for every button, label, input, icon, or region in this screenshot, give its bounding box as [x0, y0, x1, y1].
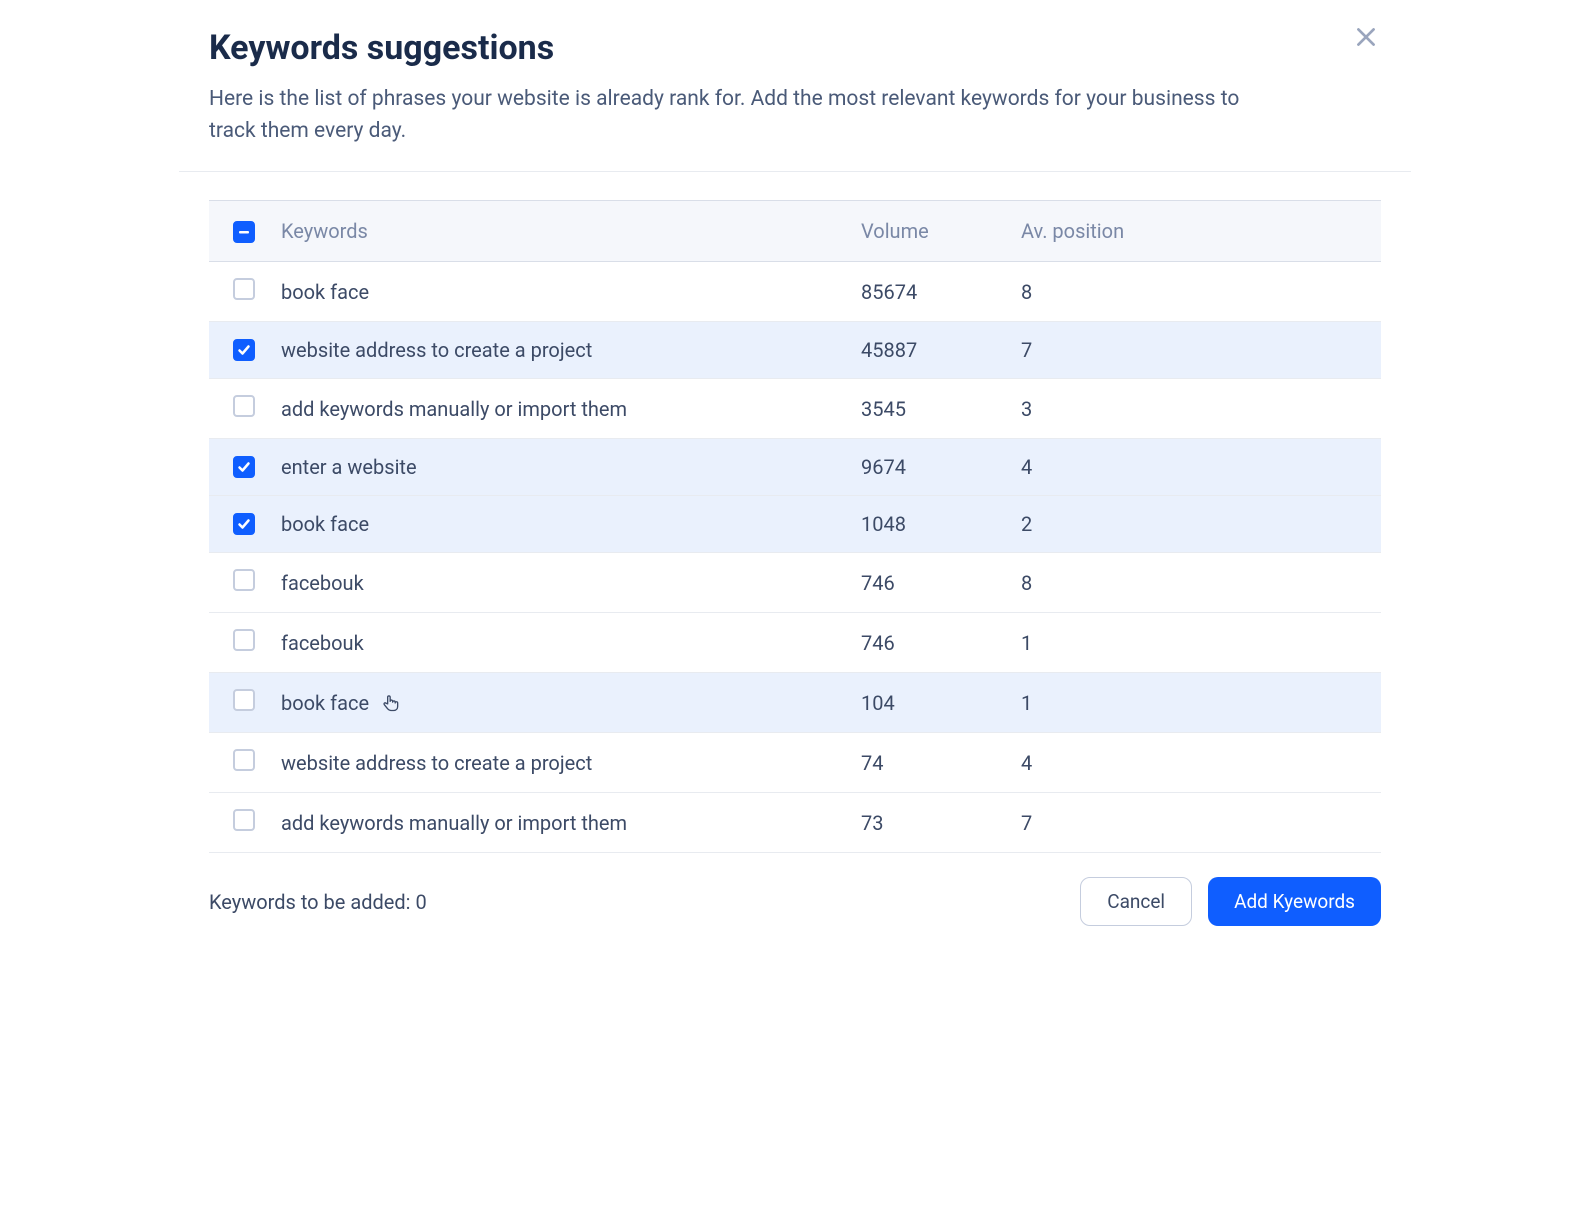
keyword-cell: website address to create a project [269, 322, 849, 379]
position-cell: 3 [1009, 379, 1381, 439]
keyword-text: enter a website [281, 455, 417, 479]
table-row[interactable]: enter a website 96744 [209, 439, 1381, 496]
modal-header: Keywords suggestions Here is the list of… [179, 0, 1411, 172]
keyword-text: add keywords manually or import them [281, 397, 627, 421]
footer-actions: Cancel Add Kyewords [1080, 877, 1381, 926]
table-row[interactable]: website address to create a project 744 [209, 733, 1381, 793]
keyword-cell: website address to create a project [269, 733, 849, 793]
checkbox-cell [209, 553, 269, 613]
header-checkbox-cell [209, 201, 269, 262]
check-icon [237, 343, 251, 357]
position-cell: 8 [1009, 262, 1381, 322]
volume-cell: 746 [849, 553, 1009, 613]
table-row[interactable]: facebouk 7461 [209, 613, 1381, 673]
keyword-cell: add keywords manually or import them [269, 793, 849, 853]
volume-cell: 746 [849, 613, 1009, 673]
checkbox-cell [209, 379, 269, 439]
checkbox-cell [209, 613, 269, 673]
check-icon [237, 460, 251, 474]
table-row[interactable]: website address to create a project 45887… [209, 322, 1381, 379]
volume-cell: 45887 [849, 322, 1009, 379]
header-position[interactable]: Av. position [1009, 201, 1381, 262]
checkbox-cell [209, 262, 269, 322]
position-cell: 4 [1009, 733, 1381, 793]
keyword-text: website address to create a project [281, 338, 592, 362]
table-row[interactable]: add keywords manually or import them 3545… [209, 379, 1381, 439]
keyword-text: facebouk [281, 631, 364, 655]
table-row[interactable]: facebouk 7468 [209, 553, 1381, 613]
keyword-cell: facebouk [269, 613, 849, 673]
row-checkbox[interactable] [233, 809, 255, 831]
keyword-text: website address to create a project [281, 751, 592, 775]
header-volume[interactable]: Volume [849, 201, 1009, 262]
keyword-text: book face [281, 280, 369, 304]
position-cell: 2 [1009, 496, 1381, 553]
minus-icon [238, 226, 250, 238]
keyword-cell: book face [269, 673, 849, 733]
modal-footer: Keywords to be added: 0 Cancel Add Kyewo… [179, 853, 1411, 950]
volume-cell: 1048 [849, 496, 1009, 553]
modal-subtitle: Here is the list of phrases your website… [209, 84, 1259, 147]
select-all-checkbox[interactable] [233, 221, 255, 243]
close-button[interactable] [1353, 24, 1379, 50]
keyword-text: book face [281, 691, 369, 715]
status-count: 0 [415, 890, 426, 914]
footer-status: Keywords to be added: 0 [209, 890, 427, 914]
status-prefix: Keywords to be added: [209, 890, 415, 914]
volume-cell: 104 [849, 673, 1009, 733]
modal-title: Keywords suggestions [209, 28, 1381, 68]
add-keywords-button[interactable]: Add Kyewords [1208, 877, 1381, 926]
close-icon [1353, 24, 1379, 50]
keyword-text: book face [281, 512, 369, 536]
keyword-text: facebouk [281, 571, 364, 595]
table-header-row: Keywords Volume Av. position [209, 201, 1381, 262]
checkbox-cell [209, 439, 269, 496]
table-container: Keywords Volume Av. position book face 85… [179, 172, 1411, 853]
volume-cell: 3545 [849, 379, 1009, 439]
row-checkbox[interactable] [233, 456, 255, 478]
keyword-cell: add keywords manually or import them [269, 379, 849, 439]
position-cell: 7 [1009, 322, 1381, 379]
row-checkbox[interactable] [233, 513, 255, 535]
position-cell: 7 [1009, 793, 1381, 853]
row-checkbox[interactable] [233, 339, 255, 361]
table-row[interactable]: book face 856748 [209, 262, 1381, 322]
keyword-cell: book face [269, 262, 849, 322]
checkbox-cell [209, 793, 269, 853]
position-cell: 8 [1009, 553, 1381, 613]
keyword-cell: enter a website [269, 439, 849, 496]
row-checkbox[interactable] [233, 749, 255, 771]
check-icon [237, 517, 251, 531]
checkbox-cell [209, 733, 269, 793]
position-cell: 4 [1009, 439, 1381, 496]
cursor-pointer-icon [381, 692, 401, 714]
header-keywords[interactable]: Keywords [269, 201, 849, 262]
keyword-cell: book face [269, 496, 849, 553]
table-row[interactable]: add keywords manually or import them 737 [209, 793, 1381, 853]
keyword-text: add keywords manually or import them [281, 811, 627, 835]
row-checkbox[interactable] [233, 569, 255, 591]
position-cell: 1 [1009, 673, 1381, 733]
keywords-suggestions-modal: Keywords suggestions Here is the list of… [179, 0, 1411, 950]
keywords-table: Keywords Volume Av. position book face 85… [209, 200, 1381, 853]
volume-cell: 74 [849, 733, 1009, 793]
cancel-button[interactable]: Cancel [1080, 877, 1192, 926]
keyword-cell: facebouk [269, 553, 849, 613]
row-checkbox[interactable] [233, 278, 255, 300]
table-row[interactable]: book face 1041 [209, 673, 1381, 733]
table-row[interactable]: book face 10482 [209, 496, 1381, 553]
checkbox-cell [209, 673, 269, 733]
row-checkbox[interactable] [233, 395, 255, 417]
volume-cell: 85674 [849, 262, 1009, 322]
checkbox-cell [209, 322, 269, 379]
row-checkbox[interactable] [233, 689, 255, 711]
volume-cell: 9674 [849, 439, 1009, 496]
row-checkbox[interactable] [233, 629, 255, 651]
position-cell: 1 [1009, 613, 1381, 673]
checkbox-cell [209, 496, 269, 553]
volume-cell: 73 [849, 793, 1009, 853]
